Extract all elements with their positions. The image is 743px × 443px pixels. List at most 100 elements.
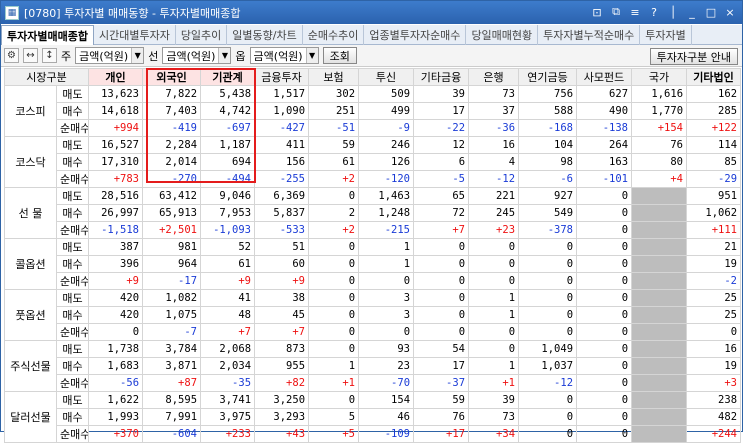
header-bank[interactable]: 은행 [468,68,520,86]
table-cell: 85 [686,153,742,171]
table-cell: 72 [413,204,470,222]
table-cell: 26,997 [88,204,144,222]
vertical-arrows-icon[interactable]: ↕ [42,48,57,63]
stock-unit-select[interactable]: 금액(억원) ▼ [75,47,145,64]
table-cell: 0 [413,323,470,341]
table-cell: 80 [631,153,688,171]
table-cell: 694 [200,153,256,171]
table-row[interactable]: 매수 396 964 61 60 0 1 0 0 0 0 19 [5,255,742,273]
row-kind-label: 매도 [55,340,90,358]
market-group-label: 선 물 [4,187,57,239]
table-cell: 1,037 [518,357,578,375]
tab-daily-chart[interactable]: 일별동향/차트 [227,25,303,45]
header-insurance[interactable]: 보험 [308,68,360,86]
table-cell: -22 [413,119,470,137]
tab-cumulative-net[interactable]: 투자자별누적순매수 [538,25,641,45]
row-kind-label: 매도 [55,85,90,103]
header-foreign[interactable]: 외국인 [142,68,202,86]
table-cell: 420 [88,306,144,324]
table-cell: -35 [200,374,256,392]
query-button[interactable]: 조회 [322,47,357,64]
market-group-label: 콜옵션 [4,238,57,290]
minimize-icon[interactable]: _ [684,4,700,20]
table-row[interactable]: 선 물 매도 28,516 63,412 9,046 6,369 0 1,463 65 221 92… [4,187,742,239]
table-row[interactable]: 코스피 매도 13,623 7,822 5,438 1,517 302 509 39 73 756 6… [4,85,742,137]
table-row[interactable]: 주식선물 매도 1,738 3,784 2,068 873 0 93 54 0 1,049 0 16 [4,340,742,392]
header-individual[interactable]: 개인 [88,68,144,86]
market-group-label: 주식선물 [4,340,57,392]
table-cell: 1,090 [254,102,310,120]
table-cell: +111 [686,221,742,239]
copy-window-icon[interactable]: ⧉ [608,4,624,20]
table-row[interactable]: 순매수 +783 -270 -494 -255 +2 -120 -5 -12 -6 -101 +4 -2… [5,170,742,188]
close-icon[interactable]: × [722,4,738,20]
table-cell: -6 [518,170,578,188]
gear-icon[interactable]: ⚙ [4,48,19,63]
table-cell: 28,516 [88,187,144,205]
table-row[interactable]: 달러선물 매도 1,622 8,595 3,741 3,250 0 154 59 39 0 0 238 [4,391,742,443]
row-kind-label: 매수 [55,204,90,222]
table-row[interactable]: 콜옵션 매도 387 981 52 51 0 1 0 0 0 0 21 [4,238,742,290]
tab-daily-trend[interactable]: 당일추이 [176,25,228,45]
table-row[interactable]: 순매수 -56 +87 -35 +82 +1 -70 -37 +1 -12 0 +3 [5,374,742,392]
tab-today-trading[interactable]: 당일매매현황 [466,25,539,45]
option-unit-select[interactable]: 금액(억원) ▼ [249,47,319,64]
table-cell: -378 [518,221,578,239]
table-row[interactable]: 순매수 0 -7 +7 +7 0 0 0 0 0 0 0 [5,323,742,341]
horizontal-arrows-icon[interactable]: ↔ [23,48,38,63]
table-row[interactable]: 매수 420 1,075 48 45 0 3 0 1 0 0 25 [5,306,742,324]
table-cell: 17 [413,102,470,120]
table-row[interactable]: 매수 1,683 3,871 2,034 955 1 23 17 1 1,037 0 19 [5,357,742,375]
table-cell: 156 [254,153,310,171]
table-row[interactable]: 매수 17,310 2,014 694 156 61 126 6 4 98 163 80 85 [5,153,742,171]
help-icon[interactable]: ? [646,4,662,20]
table-cell: 23 [358,357,415,375]
tab-investor-more[interactable]: 투자자별 [640,25,692,45]
table-row[interactable]: 매수 1,993 7,991 3,975 3,293 5 46 76 73 0 0 482 [5,408,742,426]
header-market[interactable]: 시장구분 [3,68,90,86]
table-row[interactable]: 순매수 -1,518 +2,501 -1,093 -533 +2 -215 +7 +23 -378… [5,221,742,239]
investor-guide-button[interactable]: 투자자구분 안내 [649,48,738,65]
link-icon[interactable]: ⊡ [589,4,605,20]
header-private-fund[interactable]: 사모펀드 [576,68,633,86]
futures-unit-select[interactable]: 금액(억원) ▼ [162,47,232,64]
table-row[interactable]: 순매수 +9 -17 +9 +9 0 0 0 0 0 0 -2 [5,272,742,290]
table-cell: 238 [686,391,742,409]
table-cell [631,391,688,409]
table-row[interactable]: 코스닥 매도 16,527 2,284 1,187 411 59 246 12 16 104 264 7… [4,136,742,188]
table-row[interactable]: 순매수 +994 -419 -697 -427 -51 -9 -22 -36 -168 -138 +1… [5,119,742,137]
table-row[interactable]: 풋옵션 매도 420 1,082 41 38 0 3 0 1 0 0 25 [4,289,742,341]
header-pension[interactable]: 연기금등 [518,68,578,86]
table-cell: 6 [413,153,470,171]
tab-time-investor[interactable]: 시간대별투자자 [94,25,176,45]
table-row[interactable]: 순매수 +370 -604 +233 +43 +5 -109 +17 +34 0 0 +244 [5,425,742,443]
maximize-icon[interactable]: □ [703,4,719,20]
table-cell: 1 [468,289,520,307]
header-other-corp[interactable]: 기타법인 [686,68,742,86]
table-cell: -12 [518,374,578,392]
table-cell: 0 [413,255,470,273]
table-cell: 0 [518,289,578,307]
table-cell: 0 [576,408,633,426]
table-cell: +23 [468,221,520,239]
header-investment-trust[interactable]: 투신 [358,68,415,86]
table-row[interactable]: 매수 26,997 65,913 7,953 5,837 2 1,248 72 245 549 0 1… [5,204,742,222]
chevron-down-icon: ▼ [305,48,318,63]
tab-net-buy-trend[interactable]: 순매수추이 [303,25,365,45]
table-cell: 0 [413,238,470,256]
table-cell: 7,403 [142,102,202,120]
table-cell: 2 [308,204,360,222]
header-financial-investment[interactable]: 금융투자 [254,68,310,86]
table-cell: 2,284 [142,136,202,154]
tab-bar: 투자자별매매종합 시간대별투자자 당일추이 일별동향/차트 순매수추이 업종별투… [1,25,742,45]
header-nation[interactable]: 국가 [631,68,688,86]
header-institution[interactable]: 기관계 [200,68,256,86]
table-cell: 0 [308,255,360,273]
tab-sector-investor[interactable]: 업종별투자자순매수 [364,25,467,45]
tab-investor-summary[interactable]: 투자자별매매종합 [1,25,94,45]
header-other-finance[interactable]: 기타금융 [413,68,470,86]
menu-icon[interactable]: ≡ [627,4,643,20]
table-row[interactable]: 매수 14,618 7,403 4,742 1,090 251 499 17 37 588 490 1… [5,102,742,120]
table-cell: 25 [686,289,742,307]
table-cell: +82 [254,374,310,392]
